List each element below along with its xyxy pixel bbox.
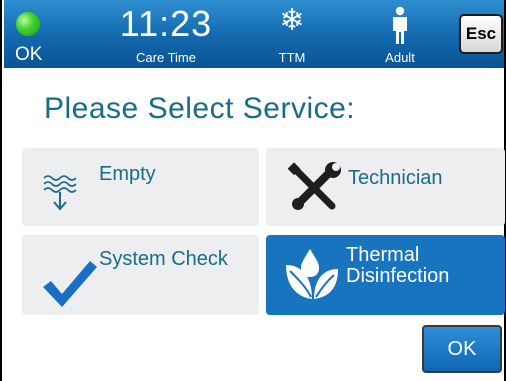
status-label: OK xyxy=(15,44,43,65)
patient-type-label: Adult xyxy=(385,50,415,65)
adult-person-icon xyxy=(393,6,407,44)
esc-button[interactable]: Esc xyxy=(459,14,503,54)
patient-type: Adult xyxy=(370,0,430,68)
service-system-check-label: System Check xyxy=(99,248,228,270)
service-empty-label: Empty xyxy=(99,163,156,185)
service-system-check-button[interactable]: System Check xyxy=(22,235,259,315)
service-technician-button[interactable]: Technician xyxy=(266,148,505,226)
therapy-mode: ❄ TTM xyxy=(262,0,322,68)
status-ok-dot-icon xyxy=(16,12,40,36)
service-empty-button[interactable]: Empty xyxy=(22,148,259,226)
care-time: 11:23 Care Time xyxy=(106,0,226,68)
status-bar: OK 11:23 Care Time ❄ TTM Adult Esc xyxy=(4,0,504,68)
therapy-mode-label: TTM xyxy=(278,50,306,65)
service-thermal-disinfection-button[interactable]: Thermal Disinfection xyxy=(266,235,505,315)
service-thermal-disinfection-label: Thermal Disinfection xyxy=(346,244,450,287)
device-screen: OK 11:23 Care Time ❄ TTM Adult Esc Pleas… xyxy=(0,0,506,381)
snowflake-icon: ❄ xyxy=(279,4,305,37)
page-title: Please Select Service: xyxy=(44,92,356,125)
drain-waves-arrow-icon xyxy=(43,175,77,211)
ok-button[interactable]: OK xyxy=(422,325,502,373)
checkmark-icon xyxy=(43,261,97,307)
water-drop-leaves-icon xyxy=(286,249,338,299)
service-technician-label: Technician xyxy=(348,167,443,189)
wrench-screwdriver-icon xyxy=(287,162,341,210)
care-time-value: 11:23 xyxy=(119,3,213,44)
care-time-label: Care Time xyxy=(136,50,196,65)
system-status: OK xyxy=(4,0,74,68)
